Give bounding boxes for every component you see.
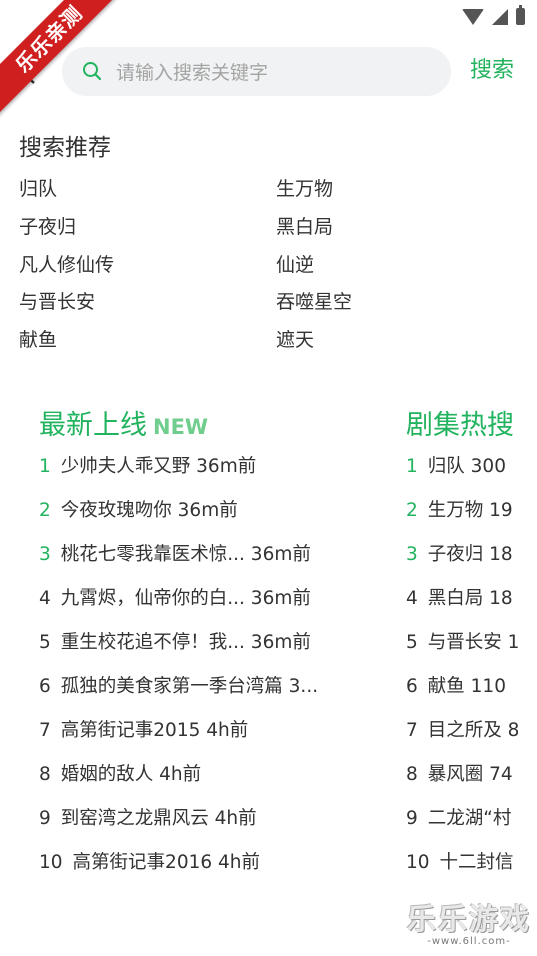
new-badge: NEW xyxy=(153,415,209,439)
rank-number: 3 xyxy=(39,544,51,565)
rank-number: 9 xyxy=(39,808,51,829)
latest-item[interactable]: 3 桃花七零我靠医术惊... 36m前 xyxy=(39,540,311,570)
battery-icon xyxy=(516,5,525,25)
latest-item-title: 到窑湾之龙鼎风云 4h前 xyxy=(60,808,257,829)
rank-number: 3 xyxy=(406,544,418,565)
recommend-item[interactable]: 生万物 xyxy=(276,176,333,202)
recommend-title: 搜索推荐 xyxy=(19,135,111,161)
rank-number: 9 xyxy=(406,808,418,829)
hot-item[interactable]: 6 献鱼 110 xyxy=(406,672,506,702)
watermark-logo-text: 乐乐游戏 xyxy=(406,902,531,936)
hot-item[interactable]: 2 生万物 19 xyxy=(406,496,513,526)
latest-item[interactable]: 5 重生校花追不停！我... 36m前 xyxy=(39,628,311,658)
hot-column: 剧集热搜 1 归队 300 2 生万物 19 3 子夜归 18 4 黑白局 18 5 与晋… xyxy=(404,380,518,900)
status-icons xyxy=(462,5,525,25)
recommend-item[interactable]: 凡人修仙传 xyxy=(19,252,114,278)
hot-item-title: 暴风圈 74 xyxy=(427,764,513,785)
hot-item[interactable]: 9 二龙湖“村 xyxy=(406,804,511,834)
wifi-icon xyxy=(462,8,484,25)
latest-item[interactable]: 4 九霄烬，仙帝你的白... 36m前 xyxy=(39,584,311,614)
latest-item-title: 桃花七零我靠医术惊... 36m前 xyxy=(60,544,311,565)
latest-item[interactable]: 7 高第街记事2015 4h前 xyxy=(39,716,248,746)
corner-watermark: 乐乐亲测 xyxy=(0,0,140,120)
latest-title: 最新上线 NEW xyxy=(39,408,208,445)
latest-item[interactable]: 2 今夜玫瑰吻你 36m前 xyxy=(39,496,238,526)
hot-item[interactable]: 1 归队 300 xyxy=(406,452,506,482)
rank-number: 10 xyxy=(406,852,430,873)
recommend-item[interactable]: 子夜归 xyxy=(19,214,76,240)
hot-item-title: 二龙湖“村 xyxy=(427,808,512,829)
watermark-url: -www.6ll.com- xyxy=(427,936,511,947)
recommend-item[interactable]: 黑白局 xyxy=(276,214,333,240)
rank-number: 1 xyxy=(406,456,418,477)
rank-number: 4 xyxy=(406,588,418,609)
latest-item[interactable]: 1 少帅夫人乖又野 36m前 xyxy=(39,452,256,482)
latest-item[interactable]: 10 高第街记事2016 4h前 xyxy=(39,848,260,878)
rank-number: 10 xyxy=(39,852,63,873)
hot-title: 剧集热搜 xyxy=(406,410,514,441)
search-button[interactable]: 搜索 xyxy=(470,56,514,86)
recommend-item[interactable]: 遮天 xyxy=(276,327,314,353)
recommend-item[interactable]: 归队 xyxy=(19,176,57,202)
search-input[interactable] xyxy=(114,47,438,98)
signal-icon xyxy=(492,8,508,25)
latest-item-title: 高第街记事2016 4h前 xyxy=(72,852,261,873)
recommend-item[interactable]: 与晋长安 xyxy=(19,289,95,315)
rank-number: 5 xyxy=(406,632,418,653)
recommend-item[interactable]: 献鱼 xyxy=(19,327,57,353)
corner-watermark-label: 乐乐亲测 xyxy=(0,0,129,119)
rank-number: 8 xyxy=(406,764,418,785)
hot-item[interactable]: 10 十二封信 xyxy=(406,848,514,878)
rank-number: 2 xyxy=(406,500,418,521)
hot-item-title: 十二封信 xyxy=(439,852,514,873)
rank-number: 8 xyxy=(39,764,51,785)
rank-number: 2 xyxy=(39,500,51,521)
hot-item[interactable]: 3 子夜归 18 xyxy=(406,540,513,570)
latest-item-title: 婚姻的敌人 4h前 xyxy=(60,764,202,785)
latest-item-title: 少帅夫人乖又野 36m前 xyxy=(60,456,257,477)
latest-item-title: 今夜玫瑰吻你 36m前 xyxy=(60,500,238,521)
rank-number: 6 xyxy=(406,676,418,697)
rank-number: 1 xyxy=(39,456,51,477)
rank-number: 7 xyxy=(406,720,418,741)
hot-item-title: 与晋长安 1 xyxy=(427,632,518,653)
latest-item-title: 孤独的美食家第一季台湾篇 3... xyxy=(60,676,319,697)
recommend-item[interactable]: 吞噬星空 xyxy=(276,289,352,315)
hot-item-title: 生万物 19 xyxy=(427,500,513,521)
rank-number: 5 xyxy=(39,632,51,653)
recommend-item[interactable]: 仙逆 xyxy=(276,252,314,278)
rank-number: 6 xyxy=(39,676,51,697)
hot-item-title: 目之所及 8 xyxy=(427,720,518,741)
rank-number: 7 xyxy=(39,720,51,741)
latest-item[interactable]: 6 孤独的美食家第一季台湾篇 3... xyxy=(39,672,318,702)
hot-item[interactable]: 7 目之所及 8 xyxy=(406,716,518,746)
latest-item[interactable]: 9 到窑湾之龙鼎风云 4h前 xyxy=(39,804,257,834)
hot-item-title: 献鱼 110 xyxy=(427,676,506,697)
hot-item[interactable]: 5 与晋长安 1 xyxy=(406,628,518,658)
hot-item-title: 归队 300 xyxy=(427,456,506,477)
latest-item-title: 重生校花追不停！我... 36m前 xyxy=(60,632,311,653)
hot-item[interactable]: 4 黑白局 18 xyxy=(406,584,513,614)
latest-item[interactable]: 8 婚姻的敌人 4h前 xyxy=(39,760,201,790)
latest-item-title: 九霄烬，仙帝你的白... 36m前 xyxy=(60,588,311,609)
bottom-watermark: 乐乐游戏 -www.6ll.com- xyxy=(407,902,531,948)
latest-title-text: 最新上线 xyxy=(39,410,147,441)
rank-number: 4 xyxy=(39,588,51,609)
hot-item-title: 子夜归 18 xyxy=(427,544,513,565)
latest-item-title: 高第街记事2015 4h前 xyxy=(60,720,249,741)
hot-item[interactable]: 8 暴风圈 74 xyxy=(406,760,513,790)
hot-item-title: 黑白局 18 xyxy=(427,588,513,609)
